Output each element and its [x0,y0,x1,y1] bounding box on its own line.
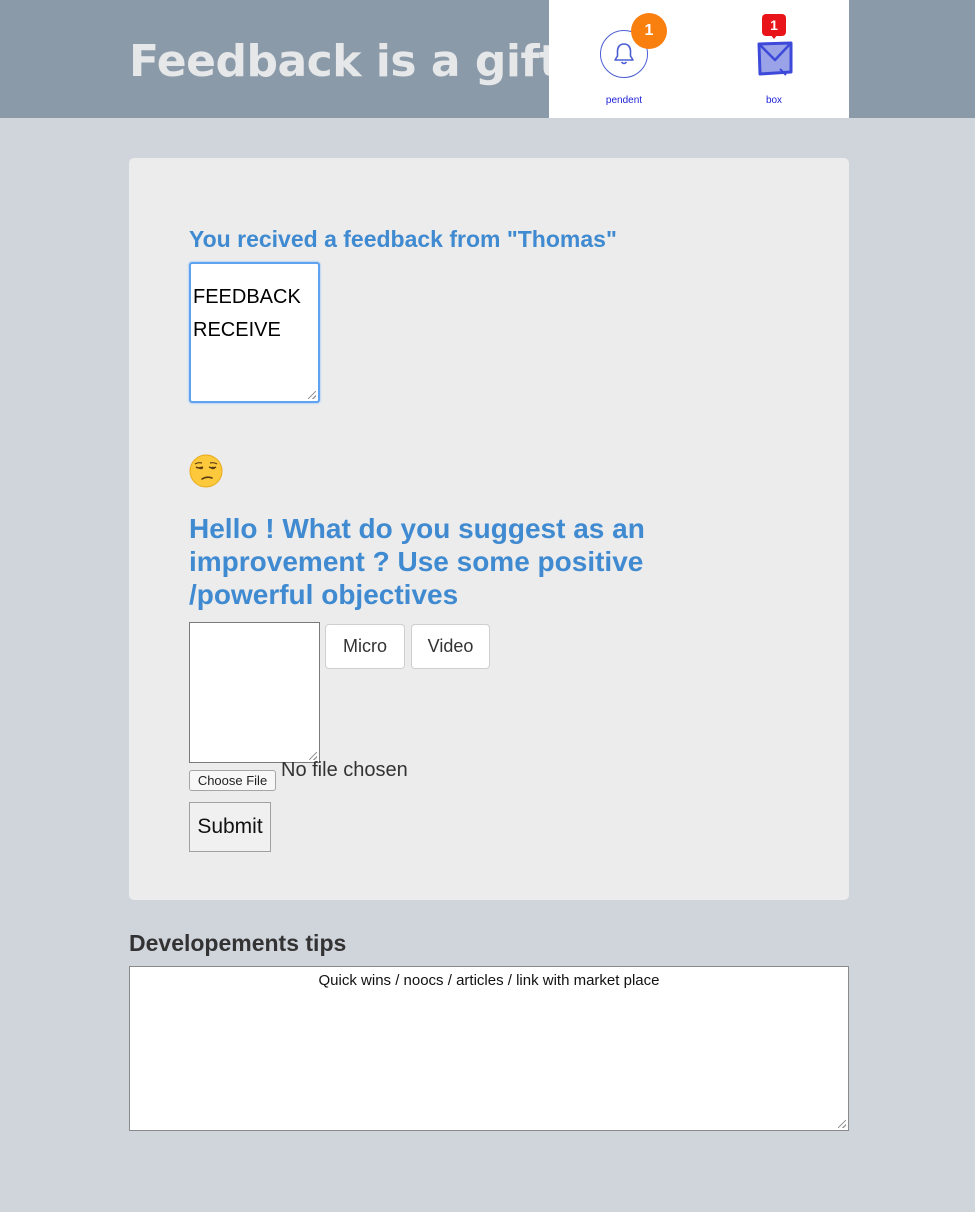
notification-panel: 1 pendent 1 box [549,0,849,118]
suggestion-textarea[interactable] [189,622,320,763]
feedback-card: You recived a feedback from "Thomas" FEE… [129,158,849,900]
tips-content: Quick wins / noocs / articles / link wit… [318,972,660,989]
resize-handle-icon[interactable] [308,391,316,399]
received-feedback-textarea[interactable]: FEEDBACK RECEIVE [189,262,320,403]
choose-file-button[interactable]: Choose File [189,770,276,791]
resize-handle-icon[interactable] [838,1120,846,1128]
received-feedback-line: FEEDBACK [193,286,301,308]
pendent-label: pendent [605,95,643,106]
tips-textarea[interactable]: Quick wins / noocs / articles / link wit… [129,966,849,1131]
tips-heading: Developements tips [129,930,347,956]
top-bar: Feedback is a gift ..! 1 pendent 1 box [0,0,975,118]
received-feedback-heading: You recived a feedback from "Thomas" [189,226,617,252]
box-count-badge: 1 [762,14,786,39]
mail-icon [757,41,793,76]
mail-icon-group[interactable]: 1 [755,14,795,78]
file-status-text: No file chosen [281,759,408,781]
submit-button[interactable]: Submit [189,802,271,852]
box-notification[interactable]: 1 box [699,0,849,118]
video-button[interactable]: Video [411,624,490,669]
pendent-notification[interactable]: 1 pendent [549,0,699,118]
box-label: box [765,95,783,106]
suggestion-heading: Hello ! What do you suggest as an improv… [189,513,645,610]
micro-button[interactable]: Micro [325,624,405,669]
unamused-face-emoji [189,454,223,488]
pendent-count-badge: 1 [631,13,667,49]
